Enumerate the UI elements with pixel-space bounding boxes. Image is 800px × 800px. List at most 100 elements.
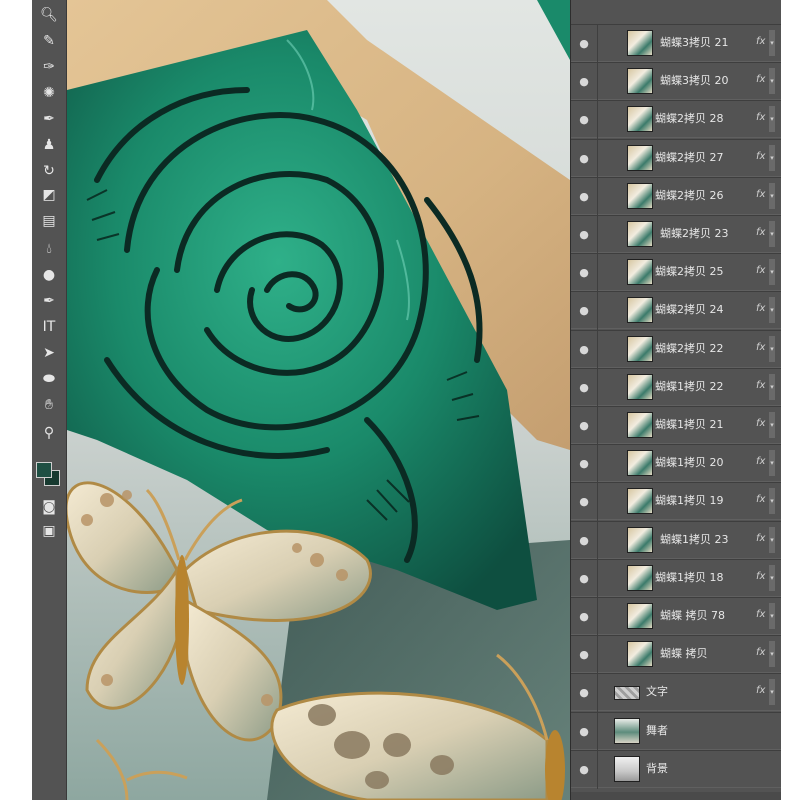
effects-expand-icon[interactable]: ▾	[769, 145, 775, 171]
layer-effects-icon[interactable]: fx	[756, 227, 765, 238]
layer-name[interactable]: 蝴蝶1拷贝 18	[655, 571, 724, 585]
layer-effects-icon[interactable]: fx	[756, 303, 765, 314]
layer-name[interactable]: 蝴蝶1拷贝 22	[655, 380, 724, 394]
brush-tool-icon[interactable]: ✒	[32, 106, 66, 132]
layer-row[interactable]: ● 蝴蝶2拷贝 26 fx ▾	[571, 177, 781, 216]
layer-name[interactable]: 蝴蝶3拷贝 21	[660, 36, 729, 50]
effects-expand-icon[interactable]: ▾	[769, 565, 775, 591]
effects-expand-icon[interactable]: ▾	[769, 450, 775, 476]
effects-expand-icon[interactable]: ▾	[769, 641, 775, 667]
brush-heal-tool-icon[interactable]: ✎	[32, 28, 66, 54]
effects-expand-icon[interactable]: ▾	[769, 603, 775, 629]
pen-tool-icon[interactable]: ✒	[32, 288, 66, 314]
layer-effects-icon[interactable]: fx	[756, 647, 765, 658]
effects-expand-icon[interactable]: ▾	[769, 297, 775, 323]
layer-row[interactable]: ● 蝴蝶1拷贝 23 fx ▾	[571, 521, 781, 560]
visibility-eye-icon[interactable]: ●	[577, 456, 591, 470]
quick-mask-tool-icon[interactable]: ◙	[32, 494, 66, 520]
layer-row[interactable]: ● 文字 fx ▾	[571, 673, 781, 712]
layer-name[interactable]: 舞者	[646, 724, 668, 738]
layer-row[interactable]: ● 蝴蝶1拷贝 22 fx ▾	[571, 368, 781, 407]
visibility-eye-icon[interactable]: ●	[577, 533, 591, 547]
effects-expand-icon[interactable]: ▾	[769, 336, 775, 362]
layer-effects-icon[interactable]: fx	[756, 456, 765, 467]
layer-effects-icon[interactable]: fx	[756, 609, 765, 620]
visibility-eye-icon[interactable]: ●	[577, 342, 591, 356]
layer-row[interactable]: ● 背景	[571, 750, 781, 789]
effects-expand-icon[interactable]: ▾	[769, 221, 775, 247]
layer-name[interactable]: 文字	[646, 685, 668, 699]
layer-name[interactable]: 蝴蝶 拷贝 78	[660, 609, 725, 623]
layer-row[interactable]: ● 蝴蝶2拷贝 22 fx ▾	[571, 330, 781, 369]
layer-effects-icon[interactable]: fx	[756, 112, 765, 123]
color-swatches[interactable]	[36, 458, 62, 488]
layer-name[interactable]: 蝴蝶2拷贝 24	[655, 303, 724, 317]
layer-effects-icon[interactable]: fx	[756, 418, 765, 429]
blur-tool-icon[interactable]: 💧︎	[32, 236, 66, 262]
effects-expand-icon[interactable]: ▾	[769, 412, 775, 438]
effects-expand-icon[interactable]: ▾	[769, 68, 775, 94]
layer-name[interactable]: 蝴蝶 拷贝	[660, 647, 708, 661]
layer-effects-icon[interactable]: fx	[756, 342, 765, 353]
layer-effects-icon[interactable]: fx	[756, 151, 765, 162]
visibility-eye-icon[interactable]: ●	[577, 380, 591, 394]
visibility-eye-icon[interactable]: ●	[577, 494, 591, 508]
visibility-eye-icon[interactable]: ●	[577, 303, 591, 317]
layer-effects-icon[interactable]: fx	[756, 265, 765, 276]
gradient-tool-icon[interactable]: ▤	[32, 208, 66, 234]
effects-expand-icon[interactable]: ▾	[769, 527, 775, 553]
layer-row[interactable]: ● 蝴蝶 拷贝 78 fx ▾	[571, 597, 781, 636]
visibility-eye-icon[interactable]: ●	[577, 112, 591, 126]
layer-effects-icon[interactable]: fx	[756, 189, 765, 200]
layer-row[interactable]: ● 蝴蝶3拷贝 20 fx ▾	[571, 62, 781, 101]
effects-expand-icon[interactable]: ▾	[769, 374, 775, 400]
zoom-top-tool-icon[interactable]: 🔍︎	[32, 2, 66, 28]
visibility-eye-icon[interactable]: ●	[577, 418, 591, 432]
layer-row[interactable]: ● 蝴蝶1拷贝 18 fx ▾	[571, 559, 781, 598]
layer-name[interactable]: 蝴蝶1拷贝 23	[660, 533, 729, 547]
layer-name[interactable]: 蝴蝶1拷贝 20	[655, 456, 724, 470]
layer-name[interactable]: 蝴蝶1拷贝 21	[655, 418, 724, 432]
layer-name[interactable]: 蝴蝶2拷贝 23	[660, 227, 729, 241]
effects-expand-icon[interactable]: ▾	[769, 30, 775, 56]
path-select-tool-icon[interactable]: ➤	[32, 340, 66, 366]
layer-name[interactable]: 蝴蝶1拷贝 19	[655, 494, 724, 508]
layer-effects-icon[interactable]: fx	[756, 571, 765, 582]
layer-effects-icon[interactable]: fx	[756, 685, 765, 696]
layer-name[interactable]: 蝴蝶2拷贝 28	[655, 112, 724, 126]
layer-name[interactable]: 蝴蝶2拷贝 26	[655, 189, 724, 203]
layer-name[interactable]: 蝴蝶2拷贝 22	[655, 342, 724, 356]
stamp-tool-icon[interactable]: ♟	[32, 132, 66, 158]
visibility-eye-icon[interactable]: ●	[577, 647, 591, 661]
type-tool-icon[interactable]: IT	[32, 314, 66, 340]
layer-row[interactable]: ● 蝴蝶2拷贝 27 fx ▾	[571, 139, 781, 178]
screen-mode-tool-icon[interactable]: ▣	[32, 518, 66, 544]
layer-row[interactable]: ● 舞者	[571, 712, 781, 751]
layer-row[interactable]: ● 蝴蝶2拷贝 23 fx ▾	[571, 215, 781, 254]
visibility-eye-icon[interactable]: ●	[577, 151, 591, 165]
hand-tool-icon[interactable]: ✋︎	[32, 392, 66, 418]
layer-name[interactable]: 蝴蝶3拷贝 20	[660, 74, 729, 88]
document-canvas[interactable]	[67, 0, 570, 800]
history-brush-tool-icon[interactable]: ↻	[32, 158, 66, 184]
visibility-eye-icon[interactable]: ●	[577, 189, 591, 203]
visibility-eye-icon[interactable]: ●	[577, 762, 591, 776]
layer-row[interactable]: ● 蝴蝶 拷贝 fx ▾	[571, 635, 781, 674]
ellipse-tool-icon[interactable]: ⬬	[32, 366, 66, 392]
layer-row[interactable]: ● 蝴蝶2拷贝 25 fx ▾	[571, 253, 781, 292]
effects-expand-icon[interactable]: ▾	[769, 679, 775, 705]
visibility-eye-icon[interactable]: ●	[577, 685, 591, 699]
layer-row[interactable]: ● 蝴蝶3拷贝 21 fx ▾	[571, 24, 781, 63]
visibility-eye-icon[interactable]: ●	[577, 227, 591, 241]
visibility-eye-icon[interactable]: ●	[577, 609, 591, 623]
visibility-eye-icon[interactable]: ●	[577, 74, 591, 88]
visibility-eye-icon[interactable]: ●	[577, 265, 591, 279]
layer-effects-icon[interactable]: fx	[756, 533, 765, 544]
spot-heal-tool-icon[interactable]: ✺	[32, 80, 66, 106]
layer-row[interactable]: ● 蝴蝶2拷贝 28 fx ▾	[571, 100, 781, 139]
dodge-tool-icon[interactable]: ●	[32, 262, 66, 288]
eraser-tool-icon[interactable]: ◩	[32, 182, 66, 208]
layer-effects-icon[interactable]: fx	[756, 494, 765, 505]
visibility-eye-icon[interactable]: ●	[577, 571, 591, 585]
eyedropper-tool-icon[interactable]: ✑	[32, 54, 66, 80]
